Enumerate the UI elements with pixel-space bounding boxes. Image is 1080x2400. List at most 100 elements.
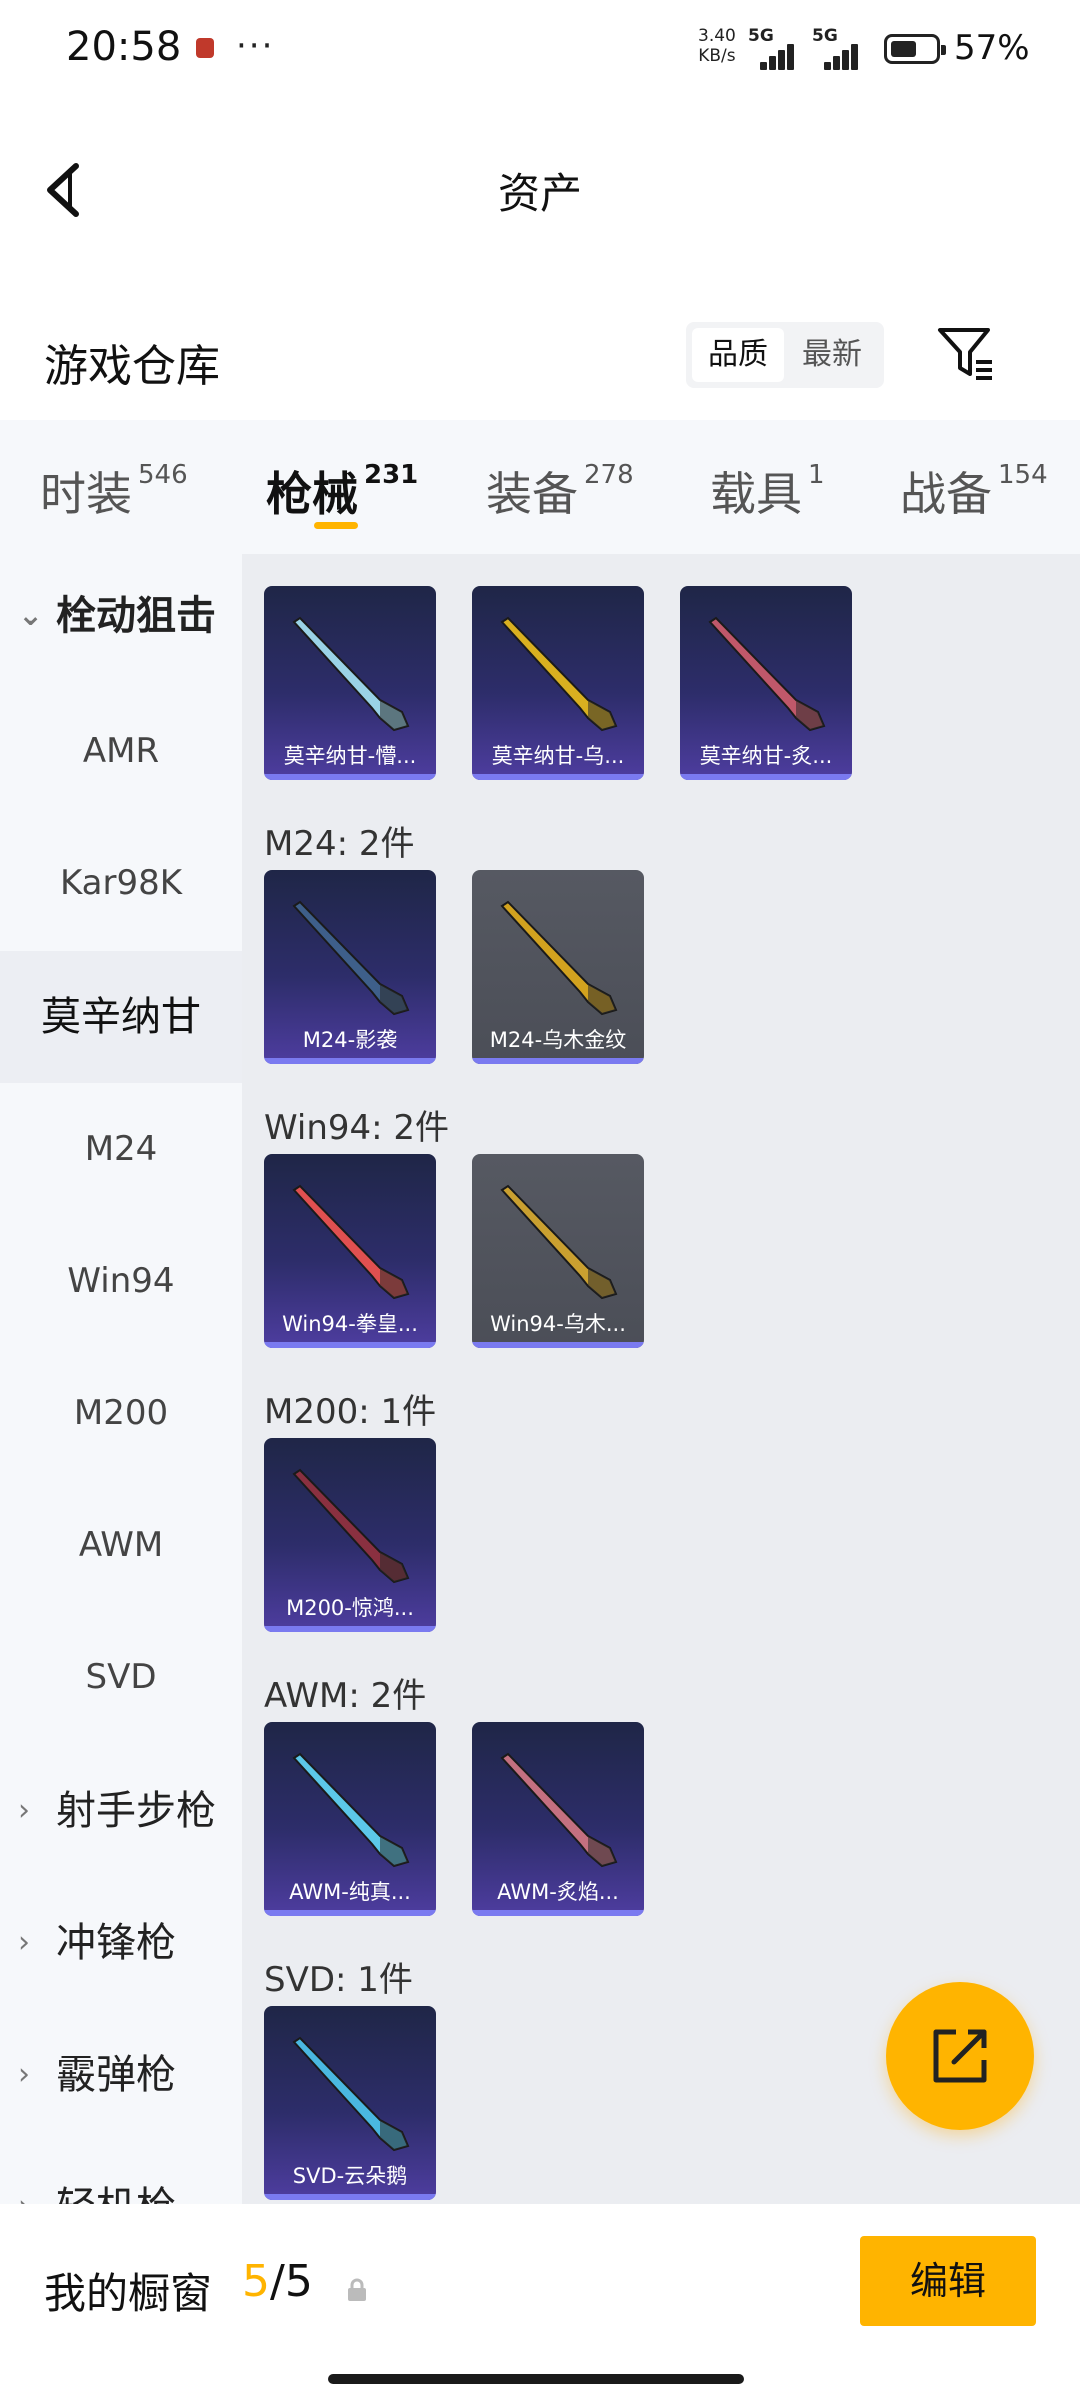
sidebar-item-m200[interactable]: M200: [0, 1347, 242, 1479]
sidebar-item-awm[interactable]: AWM: [0, 1479, 242, 1611]
chevron-right-icon: ›: [18, 1925, 30, 1960]
sort-toggle: 品质 最新: [686, 322, 884, 388]
category-tabs: 时装 546 枪械 231 装备 278 载具 1 战备 154: [0, 420, 1080, 554]
filter-button[interactable]: [936, 324, 996, 384]
sidebar-group-smg[interactable]: › 冲锋枪: [0, 1877, 242, 2009]
sort-option-quality[interactable]: 品质: [692, 328, 784, 382]
share-icon: [933, 2029, 987, 2083]
item-name: M24-乌木金纹: [489, 1028, 627, 1052]
item-name: M24-影袭: [302, 1028, 398, 1052]
sidebar-item-label: 霰弹枪: [56, 2052, 176, 2098]
filter-icon: [938, 328, 992, 380]
signal-label-2: 5G: [812, 26, 838, 46]
sort-option-newest[interactable]: 最新: [786, 328, 878, 382]
tab-label: 装备: [486, 467, 578, 521]
rifle-icon: [292, 2036, 410, 2152]
tab-fashion[interactable]: 时装 546: [40, 458, 188, 524]
tab-count: 154: [998, 460, 1048, 490]
item-card[interactable]: AWM-纯真...: [264, 1722, 436, 1916]
chevron-right-icon: ›: [18, 2057, 30, 2092]
rarity-bar: [264, 1626, 436, 1632]
rifle-icon: [500, 1752, 618, 1868]
item-card[interactable]: M24-影袭: [264, 870, 436, 1064]
sidebar-group-marksman[interactable]: › 射手步枪: [0, 1745, 242, 1877]
rifle-icon: [500, 900, 618, 1016]
tab-guns[interactable]: 枪械 231: [266, 458, 418, 524]
group-label: M24: 2件: [264, 824, 415, 864]
item-card[interactable]: Win94-乌木...: [472, 1154, 644, 1348]
item-name: M200-惊鸿...: [286, 1596, 414, 1620]
rarity-bar: [264, 2194, 436, 2200]
item-card[interactable]: AWM-炙焰...: [472, 1722, 644, 1916]
sidebar-item-amr[interactable]: AMR: [0, 685, 242, 817]
item-card[interactable]: 莫辛纳甘-炙...: [680, 586, 852, 780]
sidebar-group-shotgun[interactable]: › 霰弹枪: [0, 2009, 242, 2141]
battery-icon: [884, 34, 946, 64]
tab-count: 1: [808, 460, 825, 490]
tab-equipment[interactable]: 装备 278: [486, 458, 634, 524]
item-name: AWM-炙焰...: [497, 1880, 619, 1904]
chevron-right-icon: ›: [18, 1793, 30, 1828]
chevron-down-icon: ⌄: [18, 598, 44, 633]
battery-percent: 57%: [954, 28, 1030, 68]
item-card[interactable]: M200-惊鸿...: [264, 1438, 436, 1632]
status-bar: 20:58 ··· 3.40 KB/s 5G 5G 57%: [0, 0, 1080, 100]
item-name: SVD-云朵鹅: [292, 2164, 408, 2188]
group-label: Win94: 2件: [264, 1108, 450, 1148]
share-button[interactable]: [886, 1982, 1034, 2130]
item-name: 莫辛纳甘-懵...: [283, 744, 417, 768]
section-title: 游戏仓库: [44, 341, 220, 392]
sidebar-item-mosin-nagant[interactable]: 莫辛纳甘: [0, 951, 242, 1083]
tab-combat-gear[interactable]: 战备 154: [900, 458, 1048, 524]
showcase-current: 5: [242, 2256, 270, 2307]
sidebar-group-bolt-action[interactable]: ⌄ 栓动狙击: [0, 550, 242, 682]
more-notifications-icon: ···: [236, 26, 275, 66]
rifle-icon: [292, 616, 410, 732]
item-name: 莫辛纳甘-乌...: [491, 744, 625, 768]
item-card[interactable]: Win94-拳皇...: [264, 1154, 436, 1348]
signal-icon-2: 5G: [812, 26, 864, 70]
item-card[interactable]: 莫辛纳甘-懵...: [264, 586, 436, 780]
edit-button[interactable]: 编辑: [860, 2236, 1036, 2326]
sidebar-item-svd[interactable]: SVD: [0, 1611, 242, 1743]
tab-label: 战备: [900, 467, 992, 521]
rifle-icon: [292, 1184, 410, 1300]
showcase-separator: /: [270, 2256, 285, 2307]
sidebar-item-label: 栓动狙击: [56, 593, 216, 639]
tab-count: 278: [584, 460, 634, 490]
rarity-bar: [264, 1058, 436, 1064]
sidebar-item-m24[interactable]: M24: [0, 1083, 242, 1215]
showcase-total: 5: [284, 2256, 313, 2307]
sidebar-item-kar98k[interactable]: Kar98K: [0, 817, 242, 949]
tab-count: 231: [364, 460, 419, 490]
item-card[interactable]: SVD-云朵鹅: [264, 2006, 436, 2200]
rifle-icon: [292, 1468, 410, 1584]
item-name: 莫辛纳甘-炙...: [699, 744, 833, 768]
item-card[interactable]: M24-乌木金纹: [472, 870, 644, 1064]
tab-count: 546: [138, 460, 188, 490]
network-speed-value: 3.40: [698, 26, 736, 46]
page-title: 资产: [497, 169, 582, 218]
rifle-icon: [500, 616, 618, 732]
rarity-bar: [472, 774, 644, 780]
rarity-bar: [472, 1058, 644, 1064]
signal-label-1: 5G: [748, 26, 774, 46]
rarity-bar: [472, 1342, 644, 1348]
sidebar-item-label: 射手步枪: [56, 1788, 216, 1834]
group-label: M200: 1件: [264, 1392, 437, 1432]
item-name: Win94-乌木...: [490, 1312, 626, 1336]
rifle-icon: [292, 900, 410, 1016]
item-card[interactable]: 莫辛纳甘-乌...: [472, 586, 644, 780]
sidebar: ⌄ 栓动狙击 AMR Kar98K 莫辛纳甘 M24 Win94 M200 AWM…: [0, 554, 242, 2230]
rifle-icon: [500, 1184, 618, 1300]
group-label: AWM: 2件: [264, 1676, 427, 1716]
item-name: Win94-拳皇...: [282, 1312, 418, 1336]
rifle-icon: [708, 616, 826, 732]
sidebar-item-win94[interactable]: Win94: [0, 1215, 242, 1347]
item-name: AWM-纯真...: [289, 1880, 411, 1904]
item-grid: 莫辛纳甘-懵... 莫辛纳甘-乌... 莫辛纳甘-炙... M24: 2件 M24-影袭…: [242, 554, 1080, 2204]
signal-icon-1: 5G: [748, 26, 800, 70]
rarity-bar: [680, 774, 852, 780]
tab-vehicles[interactable]: 载具 1: [710, 458, 825, 524]
tab-label: 枪械: [266, 467, 358, 521]
